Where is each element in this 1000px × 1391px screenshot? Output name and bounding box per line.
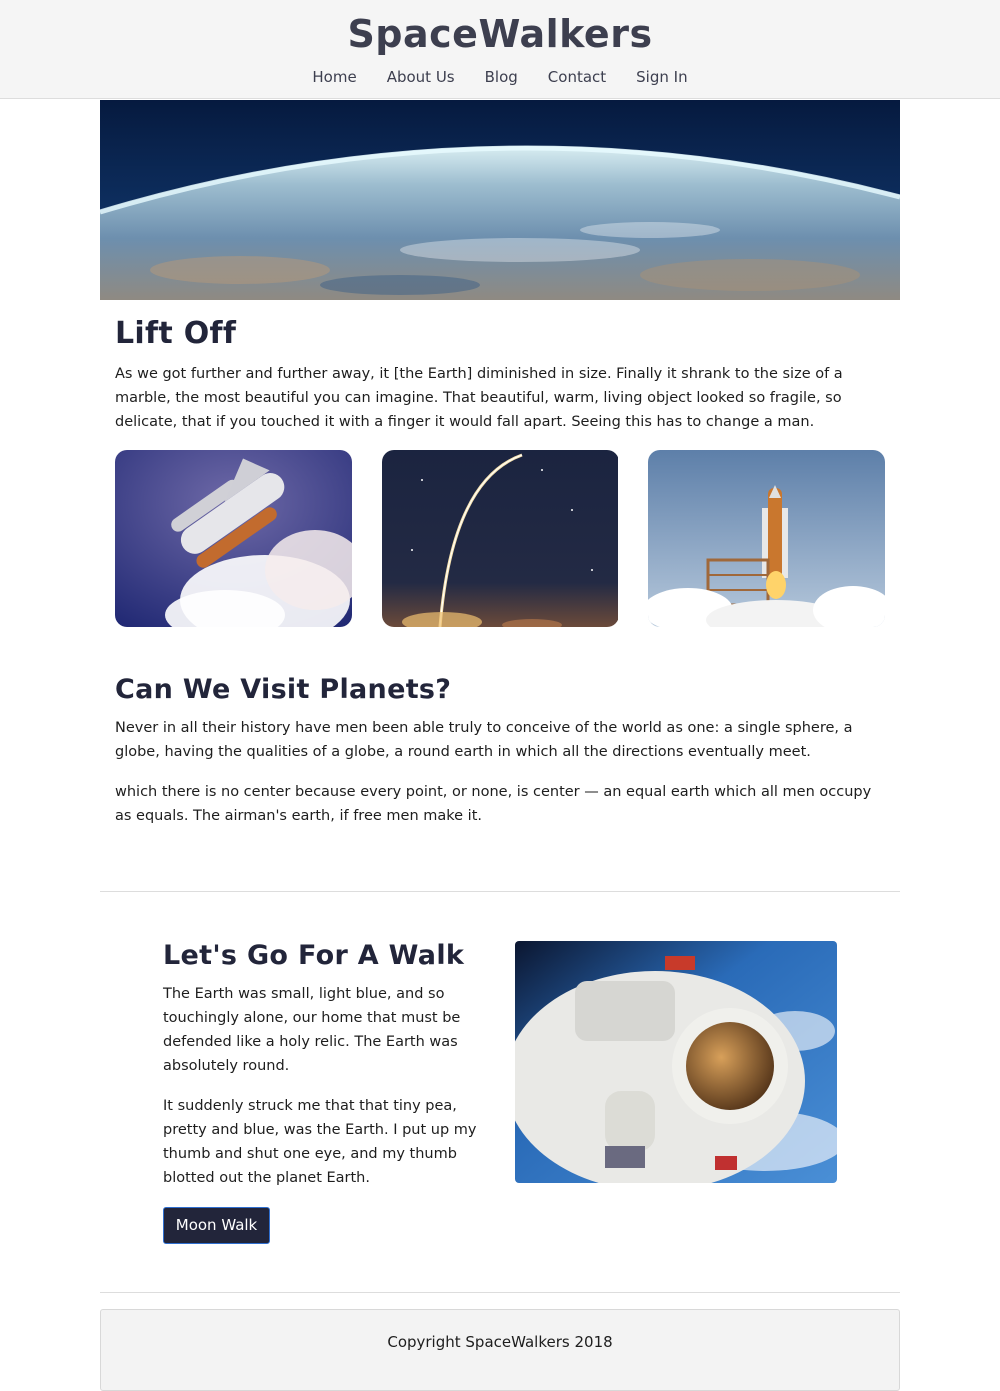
site-brand[interactable]: SpaceWalkers — [0, 12, 1000, 56]
planets-heading: Can We Visit Planets? — [115, 674, 452, 705]
nav-about-us[interactable]: About Us — [387, 68, 455, 86]
walk-paragraph-1: The Earth was small, light blue, and so … — [163, 986, 461, 1074]
footer-divider — [100, 1292, 900, 1293]
astronaut-spacewalk-image — [515, 941, 837, 1183]
copyright-text: Copyright SpaceWalkers 2018 — [387, 1333, 613, 1351]
site-footer: Copyright SpaceWalkers 2018 — [100, 1309, 900, 1391]
rocket-trail-night-image — [382, 450, 619, 627]
lift-off-paragraph: As we got further and further away, it [… — [115, 366, 843, 430]
nav-home[interactable]: Home — [312, 68, 356, 86]
shuttle-launch-pad-image — [648, 450, 885, 627]
space-shuttle-launch-image — [115, 450, 352, 627]
section-divider — [100, 891, 900, 892]
nav-blog[interactable]: Blog — [485, 68, 518, 86]
moon-walk-button[interactable]: Moon Walk — [163, 1207, 270, 1244]
nav-contact[interactable]: Contact — [548, 68, 606, 86]
walk-heading: Let's Go For A Walk — [163, 940, 465, 971]
lift-off-heading: Lift Off — [115, 316, 237, 351]
hero-earth-image — [100, 100, 900, 300]
main-nav: Home About Us Blog Contact Sign In — [0, 68, 1000, 86]
planets-paragraph-2: which there is no center because every p… — [115, 784, 872, 824]
walk-paragraph-2: It suddenly struck me that that tiny pea… — [163, 1098, 477, 1186]
planets-paragraph-1: Never in all their history have men been… — [115, 720, 853, 760]
nav-sign-in[interactable]: Sign In — [636, 68, 687, 86]
site-header: SpaceWalkers Home About Us Blog Contact … — [0, 0, 1000, 99]
